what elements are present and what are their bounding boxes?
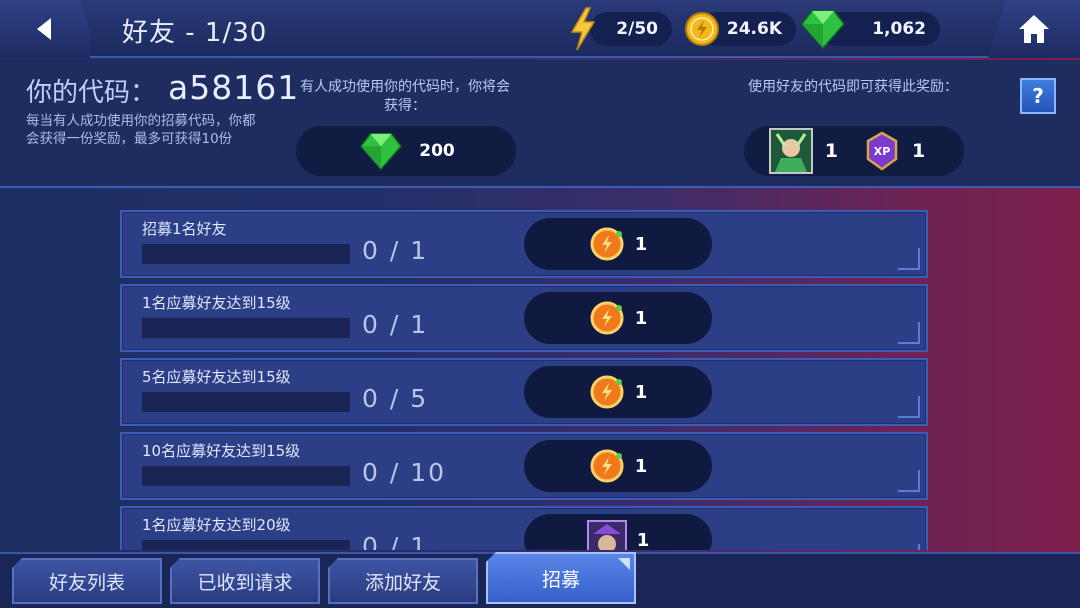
lightning-icon (570, 7, 596, 51)
hero-portrait-icon (768, 128, 813, 174)
code-description: 每当有人成功使用你的招募代码，你都会获得一份奖励，最多可获得10份 (26, 113, 256, 147)
energy-counter: 2/50 (590, 12, 672, 46)
task-row: 10名应募好友达到15级 0 / 10 1 (120, 432, 928, 500)
help-button[interactable]: ? (1020, 78, 1056, 114)
coin-chest-icon (590, 375, 624, 409)
gem-value: 1,062 (872, 19, 926, 39)
task-label: 5名应募好友达到15级 (142, 368, 291, 386)
task-progress-text: 0 / 1 (362, 310, 429, 339)
gold-coin-icon (685, 12, 719, 46)
task-row: 招募1名好友 0 / 1 1 (120, 210, 928, 278)
corner-decoration (898, 544, 920, 550)
tab-recruit-label: 招募 (541, 568, 580, 591)
xp-badge-icon: XP (866, 131, 898, 171)
tab-friend-list[interactable]: 好友列表 (12, 558, 162, 604)
green-gem-icon (360, 133, 403, 171)
corner-decoration (898, 248, 920, 270)
gem-reward-amount: 200 (419, 141, 455, 161)
back-arrow-icon (37, 18, 51, 40)
task-progress-bar (142, 244, 350, 264)
task-progress-bar (142, 466, 350, 486)
task-reward-amount: 1 (634, 381, 648, 403)
energy-value: 2/50 (616, 19, 658, 39)
svg-text:XP: XP (874, 145, 891, 158)
corner-decoration (898, 470, 920, 492)
task-reward-amount: 1 (636, 529, 650, 551)
tab-add-friend[interactable]: 添加好友 (328, 558, 478, 604)
home-icon (1019, 15, 1049, 43)
coin-chest-icon (590, 301, 624, 335)
task-reward-amount: 1 (634, 233, 648, 255)
code-label: 你的代码： (26, 78, 157, 108)
task-progress-bar (142, 540, 350, 550)
task-progress-bar (142, 392, 350, 412)
task-row: 5名应募好友达到15级 0 / 5 1 (120, 358, 928, 426)
task-label: 1名应募好友达到15级 (142, 294, 291, 312)
coin-chest-icon (590, 227, 624, 261)
task-reward-amount: 1 (634, 307, 648, 329)
task-progress-bar (142, 318, 350, 338)
tab-recruit[interactable]: 招募 (486, 552, 636, 604)
task-row: 1名应募好友达到20级 0 / 1 1 (120, 506, 928, 550)
referral-code-value[interactable]: a58161 (168, 68, 299, 107)
friend-reward-pill: 1 XP 1 (744, 126, 964, 176)
xp-reward-amount: 1 (912, 140, 926, 162)
task-progress-text: 0 / 1 (362, 532, 429, 550)
your-reward-text: 有人成功使用你的代码时，你将会获得： (300, 79, 510, 114)
task-label: 10名应募好友达到15级 (142, 442, 301, 460)
green-gem-icon (801, 10, 845, 50)
task-progress-text: 0 / 1 (362, 236, 429, 265)
task-label: 1名应募好友达到20级 (142, 516, 291, 534)
back-button[interactable] (0, 0, 90, 58)
task-reward[interactable]: 1 (524, 292, 712, 344)
selected-flag-icon (618, 558, 630, 570)
corner-decoration (898, 396, 920, 418)
your-reward-pill: 200 (296, 126, 516, 176)
hero-reward-amount: 1 (824, 140, 838, 162)
task-reward[interactable]: 1 (524, 366, 712, 418)
corner-decoration (898, 322, 920, 344)
task-reward[interactable]: 1 (524, 218, 712, 270)
task-row: 1名应募好友达到15级 0 / 1 1 (120, 284, 928, 352)
coin-value: 24.6K (726, 19, 782, 39)
coin-chest-icon (590, 449, 624, 483)
hero-portrait-icon (586, 520, 627, 550)
task-progress-text: 0 / 10 (362, 458, 447, 487)
task-progress-text: 0 / 5 (362, 384, 429, 413)
friend-reward-text: 使用好友的代码即可获得此奖励： (748, 79, 958, 95)
task-reward[interactable]: 1 (524, 440, 712, 492)
page-title: 好友 - 1/30 (122, 18, 268, 48)
tab-received-requests[interactable]: 已收到请求 (170, 558, 320, 604)
task-reward[interactable]: 1 (524, 514, 712, 550)
task-label: 招募1名好友 (142, 220, 227, 238)
task-reward-amount: 1 (634, 455, 648, 477)
recruit-task-list[interactable]: 招募1名好友 0 / 1 1 1名应募好友达到15级 0 / 1 1 5名应募好… (120, 210, 928, 550)
